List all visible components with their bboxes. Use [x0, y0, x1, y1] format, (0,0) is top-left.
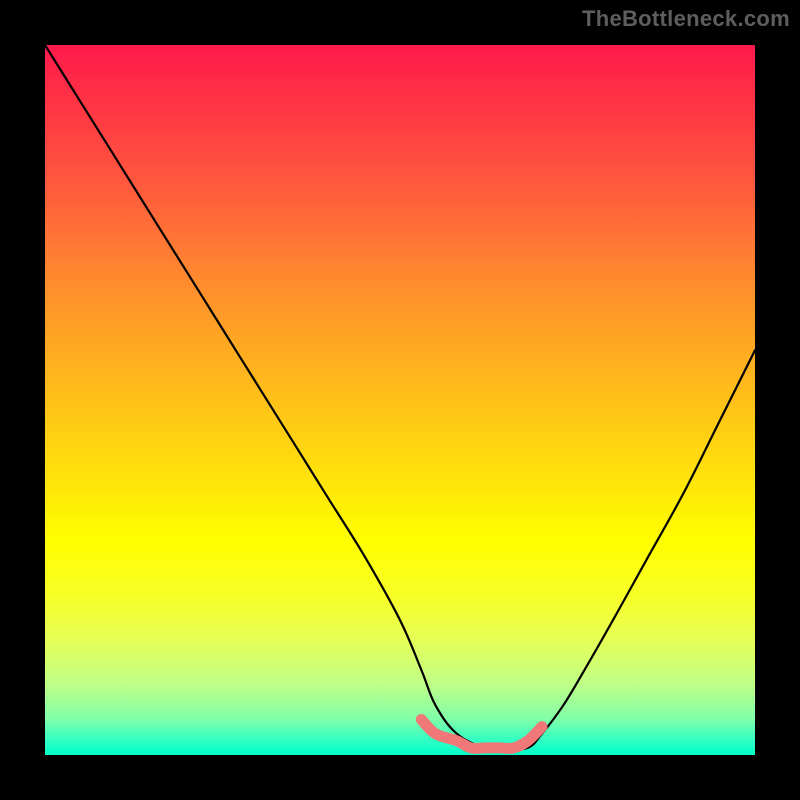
- plot-gradient-area: [45, 45, 755, 755]
- chart-frame: TheBottleneck.com: [0, 0, 800, 800]
- curve-overlay: [45, 45, 755, 755]
- black-curve: [45, 45, 755, 749]
- watermark-text: TheBottleneck.com: [582, 6, 790, 32]
- pink-curve-segment: [421, 720, 542, 749]
